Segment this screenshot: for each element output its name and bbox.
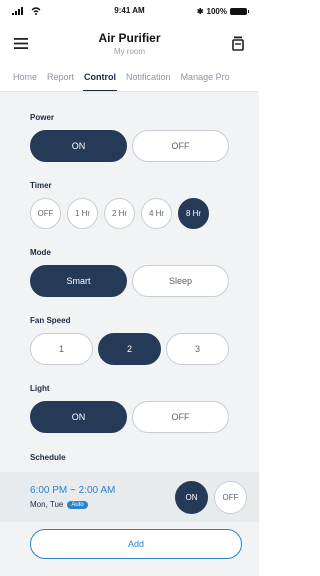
schedule-on-button[interactable]: ON bbox=[175, 480, 208, 514]
schedule-toggle: ON OFF bbox=[175, 480, 247, 514]
page-subtitle: My room bbox=[113, 46, 146, 56]
schedule-time-range: 6:00 PM ~ 2:00 AM bbox=[30, 485, 116, 496]
timer-off-button[interactable]: OFF bbox=[30, 198, 61, 229]
timer-4hr-button[interactable]: 4 Hr bbox=[141, 198, 172, 229]
schedule-header: Schedule bbox=[0, 453, 259, 470]
mode-sleep-button[interactable]: Sleep bbox=[132, 265, 229, 297]
timer-8hr-button[interactable]: 8 Hr bbox=[178, 198, 209, 229]
add-schedule-button[interactable]: Add bbox=[30, 529, 242, 559]
light-label: Light bbox=[30, 384, 50, 393]
fan-speed-3-button[interactable]: 3 bbox=[166, 333, 229, 365]
schedule-days: Mon, Tue bbox=[30, 500, 64, 509]
timer-section: Timer OFF 1 Hr 2 Hr 4 Hr 8 Hr bbox=[0, 181, 259, 229]
tab-home[interactable]: Home bbox=[8, 72, 42, 91]
control-panel: Power ON OFF Timer OFF 1 Hr 2 Hr 4 Hr 8 … bbox=[0, 92, 259, 576]
app-header: Air Purifier My room bbox=[0, 22, 259, 64]
schedule-item[interactable]: 6:00 PM ~ 2:00 AM Mon, Tue Auto ON OFF bbox=[0, 472, 259, 522]
tab-control[interactable]: Control bbox=[79, 72, 121, 91]
menu-icon[interactable] bbox=[12, 34, 30, 52]
power-label: Power bbox=[30, 113, 55, 122]
device-icon[interactable] bbox=[229, 34, 247, 52]
schedule-days-row: Mon, Tue Auto bbox=[30, 500, 115, 509]
power-section: Power ON OFF bbox=[0, 113, 259, 162]
tab-notification[interactable]: Notification bbox=[121, 72, 176, 91]
light-off-button[interactable]: OFF bbox=[132, 401, 229, 433]
page-title: Air Purifier bbox=[98, 30, 161, 45]
status-bar: 9:41 AM ✱ 100% bbox=[0, 0, 259, 22]
timer-label: Timer bbox=[30, 181, 52, 190]
mode-section: Mode Smart Sleep bbox=[0, 248, 259, 297]
timer-1hr-button[interactable]: 1 Hr bbox=[67, 198, 98, 229]
battery-icon bbox=[230, 7, 249, 15]
tab-bar: Home Report Control Notification Manage … bbox=[0, 64, 259, 92]
fan-speed-section: Fan Speed 1 2 3 bbox=[0, 316, 259, 365]
auto-badge: Auto bbox=[67, 500, 88, 509]
power-off-button[interactable]: OFF bbox=[132, 130, 229, 162]
title-block: Air Purifier My room bbox=[98, 31, 160, 56]
mode-label: Mode bbox=[30, 248, 51, 257]
timer-2hr-button[interactable]: 2 Hr bbox=[104, 198, 135, 229]
schedule-off-button[interactable]: OFF bbox=[214, 480, 247, 514]
power-on-button[interactable]: ON bbox=[30, 130, 127, 162]
tab-manage-product[interactable]: Manage Pro bbox=[176, 72, 235, 91]
schedule-label: Schedule bbox=[30, 453, 66, 462]
light-section: Light ON OFF bbox=[0, 384, 259, 433]
fan-speed-2-button[interactable]: 2 bbox=[98, 333, 161, 365]
light-on-button[interactable]: ON bbox=[30, 401, 127, 433]
fan-speed-1-button[interactable]: 1 bbox=[30, 333, 93, 365]
fan-speed-label: Fan Speed bbox=[30, 316, 71, 325]
schedule-info: 6:00 PM ~ 2:00 AM Mon, Tue Auto bbox=[30, 485, 115, 509]
status-time: 9:41 AM bbox=[114, 6, 145, 15]
mode-smart-button[interactable]: Smart bbox=[30, 265, 127, 297]
tab-report[interactable]: Report bbox=[42, 72, 79, 91]
